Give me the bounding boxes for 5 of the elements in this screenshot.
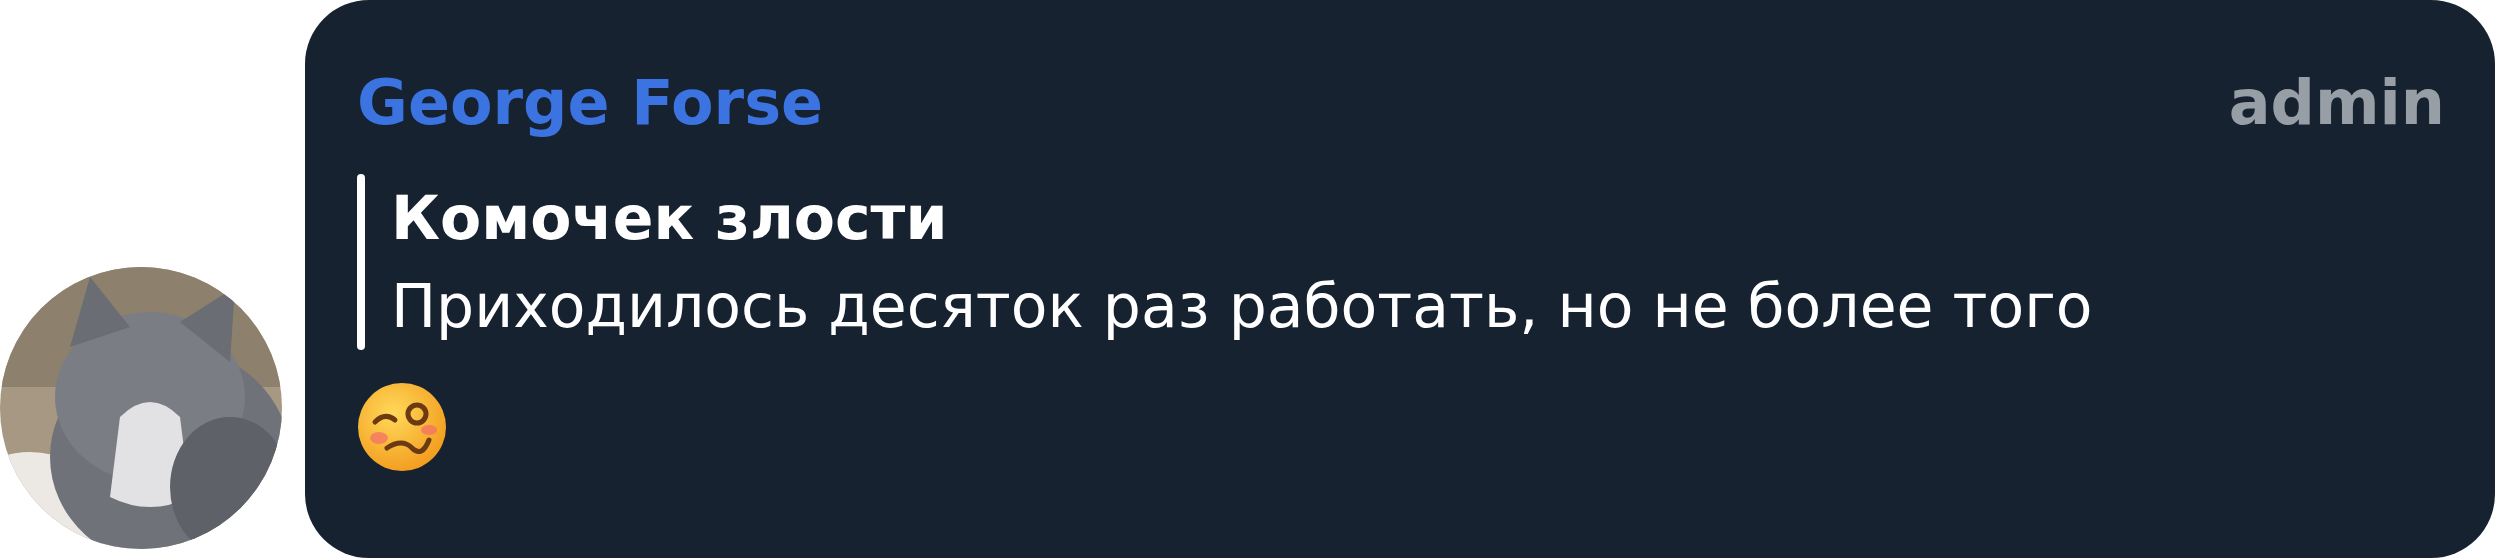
role-label: admin — [2228, 65, 2445, 141]
quote-title: Комочек злости — [391, 182, 949, 255]
quote-text: Приходилось десяток раз работать, но не более того — [391, 270, 2093, 343]
author-name: George Forse — [357, 65, 824, 141]
woozy-face-icon — [357, 382, 447, 472]
